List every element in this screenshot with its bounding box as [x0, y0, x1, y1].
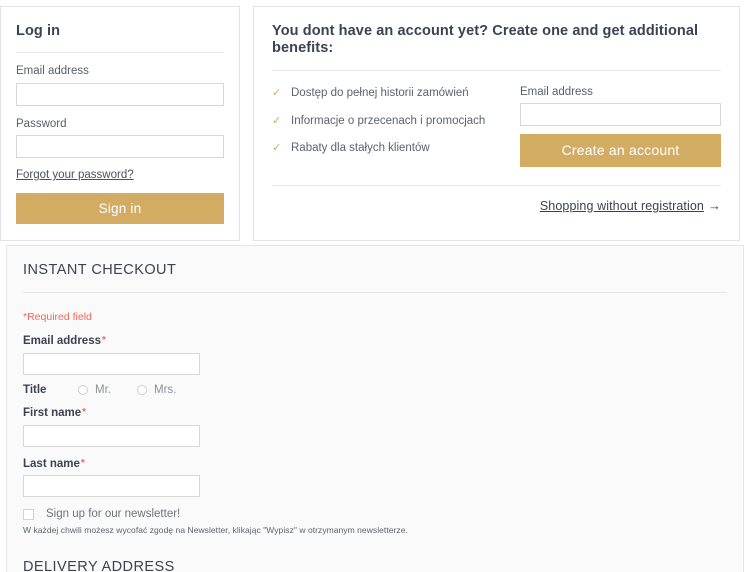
check-icon: ✓ [272, 86, 282, 99]
title-option-mrs[interactable]: Mrs. [136, 383, 177, 396]
benefit-item: ✓ Dostęp do pełnej historii zamówień [272, 87, 515, 101]
title-option-mr-label: Mr. [95, 383, 111, 396]
arrow-right-icon: → [708, 198, 721, 214]
radio-icon[interactable] [136, 384, 147, 395]
first-name-label: First name* [23, 407, 727, 421]
login-password-label: Password [16, 117, 67, 130]
register-form: Email address Create an account [515, 85, 721, 168]
last-name-label-text: Last name [23, 457, 80, 470]
login-panel: Log in Email address Password Forgot you… [0, 6, 240, 242]
instant-checkout-panel: INSTANT CHECKOUT *Required field Email a… [6, 245, 744, 572]
required-field-note: *Required field [23, 311, 92, 324]
register-title-divider [272, 69, 721, 71]
checkout-login-page: Log in Email address Password Forgot you… [0, 0, 750, 572]
check-icon: ✓ [272, 114, 282, 127]
required-asterisk: * [101, 334, 106, 346]
login-email-label: Email address [16, 65, 89, 78]
check-icon: ✓ [272, 142, 282, 155]
title-option-mr[interactable]: Mr. [78, 384, 111, 396]
title-label: Title [23, 383, 47, 396]
title-option-mrs-label: Mrs. [153, 383, 177, 396]
newsletter-consent-note: W każdej chwili możesz wycofać zgodę na … [23, 525, 408, 536]
instant-checkout-divider [23, 292, 727, 294]
checkout-email-input[interactable] [23, 352, 200, 375]
benefit-text: Dostęp do pełnej historii zamówień [291, 86, 469, 99]
top-panels-row: Log in Email address Password Forgot you… [0, 6, 750, 242]
register-email-label: Email address [520, 85, 593, 98]
required-asterisk: * [80, 457, 85, 469]
radio-icon[interactable] [78, 384, 88, 395]
last-name-input[interactable] [23, 475, 200, 498]
newsletter-label: Sign up for our newsletter! [46, 508, 181, 521]
sign-in-button[interactable]: Sign in [16, 193, 224, 225]
checkout-email-label: Email address* [23, 335, 727, 349]
first-name-input[interactable] [23, 424, 200, 447]
benefit-text: Rabaty dla stałych klientów [291, 142, 430, 155]
title-radio-group: Title Mr. Mrs. [23, 384, 727, 396]
create-account-button[interactable]: Create an account [520, 134, 721, 168]
shopping-without-registration-link[interactable]: Shopping without registration [540, 199, 704, 213]
register-panel: You dont have an account yet? Create one… [253, 6, 740, 242]
benefits-list: ✓ Dostęp do pełnej historii zamówień ✓ I… [272, 85, 515, 167]
delivery-address-title: DELIVERY ADDRESS [23, 559, 175, 572]
last-name-label: Last name* [23, 458, 727, 472]
benefit-text: Informacje o przecenach i promocjach [291, 114, 486, 127]
login-email-input[interactable] [16, 82, 224, 106]
guest-checkout-row: Shopping without registration → [272, 197, 721, 215]
register-body: ✓ Dostęp do pełnej historii zamówień ✓ I… [272, 85, 721, 168]
instant-checkout-title: INSTANT CHECKOUT [23, 262, 177, 278]
login-panel-title: Log in [16, 23, 61, 39]
register-panel-title: You dont have an account yet? Create one… [272, 23, 699, 57]
newsletter-checkbox[interactable] [23, 508, 34, 520]
register-email-input[interactable] [520, 103, 721, 127]
benefit-item: ✓ Informacje o przecenach i promocjach [272, 115, 515, 129]
login-password-input[interactable] [16, 135, 224, 159]
login-title-divider [16, 52, 224, 54]
register-bottom-divider [272, 185, 721, 187]
checkout-email-label-text: Email address [23, 334, 101, 347]
required-asterisk: * [82, 406, 87, 418]
newsletter-signup-row[interactable]: Sign up for our newsletter! [23, 508, 727, 520]
benefit-item: ✓ Rabaty dla stałych klientów [272, 142, 515, 156]
first-name-label-text: First name [23, 406, 82, 419]
forgot-password-link[interactable]: Forgot your password? [16, 169, 134, 181]
